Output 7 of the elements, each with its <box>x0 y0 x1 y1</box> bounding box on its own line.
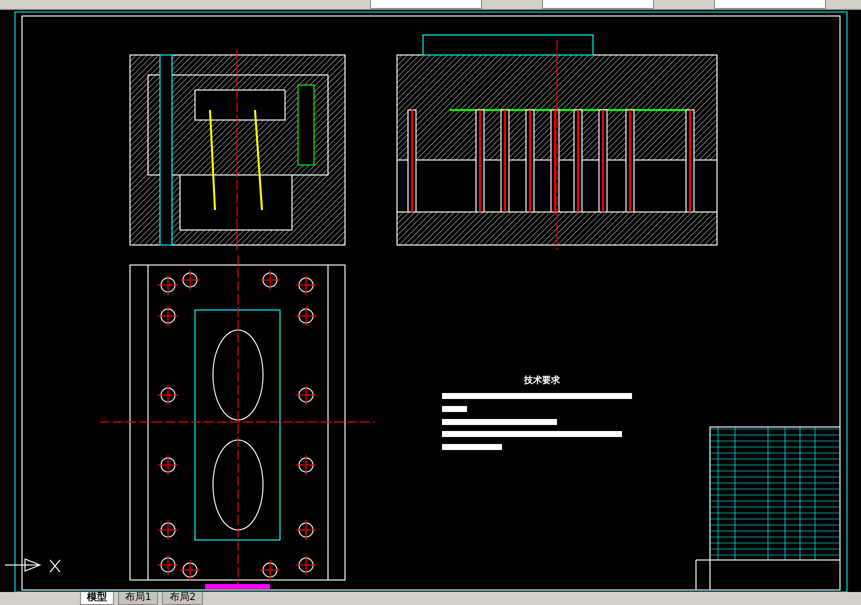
layer-dropdown[interactable] <box>370 0 482 9</box>
layout-tab[interactable]: 布局2 <box>162 592 203 605</box>
layout-tab[interactable]: 布局1 <box>118 592 158 605</box>
linetype-dropdown[interactable] <box>542 0 654 9</box>
notes-title: 技术要求 <box>524 376 560 386</box>
lineweight-dropdown[interactable] <box>714 0 826 9</box>
layout-tab[interactable]: 模型 <box>80 592 114 605</box>
